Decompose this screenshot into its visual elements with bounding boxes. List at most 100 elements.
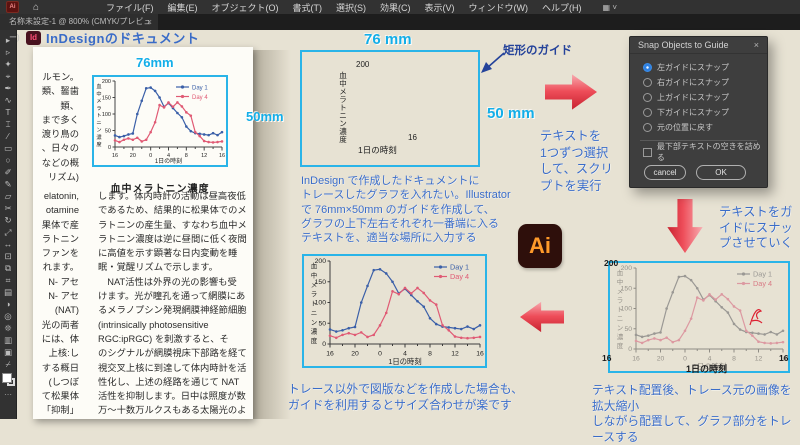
checkbox[interactable]: [643, 148, 652, 157]
blend-tool-icon[interactable]: ◎: [0, 310, 17, 322]
handwriting-mark-icon: [746, 301, 768, 329]
menu-item-5[interactable]: 効果(C): [373, 1, 418, 14]
radio-label: 元の位置に戻す: [657, 122, 713, 133]
eyedropper-tool-icon[interactable]: ◑: [0, 298, 17, 310]
direct-selection-tool-icon[interactable]: ▹: [0, 46, 17, 58]
overlay-text-xlabel: 1日の時刻: [686, 362, 727, 375]
radio-icon[interactable]: [643, 123, 652, 132]
doc-chart-caption: 血中メラトニン濃度: [92, 180, 228, 195]
pencil-tool-icon[interactable]: ✎: [0, 178, 17, 190]
pen-tool-icon[interactable]: ✒: [0, 82, 17, 94]
radio-label: 右ガイドにスナップ: [657, 77, 729, 88]
chart-doc-svg: 05010015020016200481216Day 1Day 4血中メラトニン…: [94, 77, 226, 165]
svg-text:20: 20: [130, 153, 136, 159]
radio-option-4[interactable]: 元の位置に戻す: [643, 120, 767, 135]
menu-item-6[interactable]: 表示(V): [418, 1, 462, 14]
radio-icon[interactable]: [643, 93, 652, 102]
svg-text:16: 16: [219, 153, 225, 159]
svg-text:メ: メ: [96, 99, 101, 105]
free-transform-tool-icon[interactable]: ⊡: [0, 250, 17, 262]
workflow-arrow-right-icon: [545, 71, 597, 113]
workflow-arrow-down-icon: [664, 199, 706, 253]
dialog-options: 左ガイドにスナップ右ガイドにスナップ上ガイドにスナップ下ガイドにスナップ元の位置…: [630, 54, 767, 135]
svg-text:ニ: ニ: [617, 316, 624, 323]
fill-swatch[interactable]: [2, 373, 12, 383]
menu-item-8[interactable]: ヘルプ(H): [535, 1, 589, 14]
touch-type-tool-icon[interactable]: ⌶: [0, 118, 17, 130]
doc-chart-height-label: 50mm: [246, 109, 284, 124]
dialog-title-bar[interactable]: Snap Objects to Guide ×: [630, 37, 767, 54]
more-tools-icon[interactable]: ⋯: [4, 390, 12, 399]
line-segment-tool-icon[interactable]: ∕: [0, 130, 17, 142]
svg-text:100: 100: [102, 112, 111, 118]
width-tool-icon[interactable]: ↔: [0, 238, 17, 250]
svg-text:中: 中: [617, 277, 624, 286]
cancel-button[interactable]: cancel: [644, 165, 686, 180]
radio-option-1[interactable]: 右ガイドにスナップ: [643, 75, 767, 90]
mesh-tool-icon[interactable]: ⌗: [0, 274, 17, 286]
radio-option-2[interactable]: 上ガイドにスナップ: [643, 90, 767, 105]
menu-item-0[interactable]: ファイル(F): [99, 1, 161, 14]
scale-tool-icon[interactable]: ⤢: [0, 226, 17, 238]
svg-text:0: 0: [378, 350, 382, 357]
doc-melatonin-chart: 05010015020016200481216Day 1Day 4血中メラトニン…: [92, 75, 228, 167]
menu-item-7[interactable]: ウィンドウ(W): [462, 1, 536, 14]
workspace-switcher-icon[interactable]: ▦ ˅: [603, 3, 617, 12]
svg-text:Day 4: Day 4: [450, 272, 469, 281]
symbol-sprayer-tool-icon[interactable]: ❊: [0, 322, 17, 334]
document-tab[interactable]: 名称未設定-1 @ 800% (CMYK/プレビュー) ×: [0, 14, 158, 30]
fill-stroke-indicator[interactable]: [2, 373, 15, 386]
svg-text:0: 0: [628, 346, 632, 353]
scissors-tool-icon[interactable]: ✂: [0, 202, 17, 214]
guide-width-label: 76 mm: [364, 31, 412, 48]
tab-bar: 名称未設定-1 @ 800% (CMYK/プレビュー) ×: [0, 14, 800, 30]
overlay-text-200: 200: [604, 258, 618, 268]
guide-callout-label: 矩形のガイド: [503, 42, 572, 58]
svg-text:血: 血: [96, 82, 101, 90]
column-graph-tool-icon[interactable]: ▥: [0, 334, 17, 346]
ellipse-tool-icon[interactable]: ○: [0, 154, 17, 166]
curvature-tool-icon[interactable]: ∿: [0, 94, 17, 106]
menu-item-4[interactable]: 選択(S): [329, 1, 373, 14]
guide-text-ylabel: 血 中 メ ラ ト ニ ン 濃 度: [338, 72, 348, 144]
doc-text-column2: します。体内時計の活動は昼高夜低 であるため、結果的に松果体でのメ ラトニンの産…: [98, 189, 254, 418]
svg-text:16: 16: [326, 350, 334, 357]
radio-icon[interactable]: [643, 78, 652, 87]
illustrator-app-icon[interactable]: Ai: [6, 1, 19, 13]
caption-guide: InDesign で作成したドキュメントに トレースしたグラフを入れたい。Ill…: [301, 174, 511, 245]
radio-label: 上ガイドにスナップ: [657, 92, 729, 103]
radio-icon[interactable]: [643, 108, 652, 117]
magic-wand-tool-icon[interactable]: ✦: [0, 58, 17, 70]
callout-arrow-icon: [478, 50, 506, 76]
artboard-tool-icon[interactable]: ▣: [0, 346, 17, 358]
tab-close-icon[interactable]: ×: [147, 14, 152, 30]
guide-text-16: 16: [408, 133, 417, 142]
checkbox-label: 最下部テキストの空きを詰める: [657, 141, 767, 163]
shape-builder-tool-icon[interactable]: ⧉: [0, 262, 17, 274]
rectangle-tool-icon[interactable]: ▭: [0, 142, 17, 154]
paintbrush-tool-icon[interactable]: ✐: [0, 166, 17, 178]
svg-text:ン: ン: [96, 128, 101, 134]
svg-text:ン: ン: [617, 325, 624, 332]
menu-item-3[interactable]: 書式(T): [286, 1, 330, 14]
rotate-tool-icon[interactable]: ↻: [0, 214, 17, 226]
radio-option-3[interactable]: 下ガイドにスナップ: [643, 105, 767, 120]
radio-option-0[interactable]: 左ガイドにスナップ: [643, 60, 767, 75]
ok-button[interactable]: OK: [696, 165, 746, 180]
svg-text:150: 150: [102, 96, 111, 102]
gradient-tool-icon[interactable]: ▤: [0, 286, 17, 298]
dialog-close-icon[interactable]: ×: [754, 37, 759, 53]
caption-traced: トレース以外で図版などを作成した場合も、 ガイドを利用するとサイズ合わせが楽です: [288, 382, 523, 413]
svg-text:1日の時刻: 1日の時刻: [388, 357, 421, 366]
radio-icon[interactable]: [643, 63, 652, 72]
slice-tool-icon[interactable]: ⌿: [0, 358, 17, 370]
lasso-tool-icon[interactable]: ⌖: [0, 70, 17, 82]
svg-text:濃: 濃: [617, 332, 624, 341]
home-icon[interactable]: ⌂: [33, 2, 39, 13]
eraser-tool-icon[interactable]: ▱: [0, 190, 17, 202]
type-tool-icon[interactable]: T: [0, 106, 17, 118]
menu-item-1[interactable]: 編集(E): [161, 1, 205, 14]
svg-text:ト: ト: [311, 301, 318, 308]
workflow-arrow-left-icon: [520, 299, 564, 335]
menu-item-2[interactable]: オブジェクト(O): [205, 1, 286, 14]
